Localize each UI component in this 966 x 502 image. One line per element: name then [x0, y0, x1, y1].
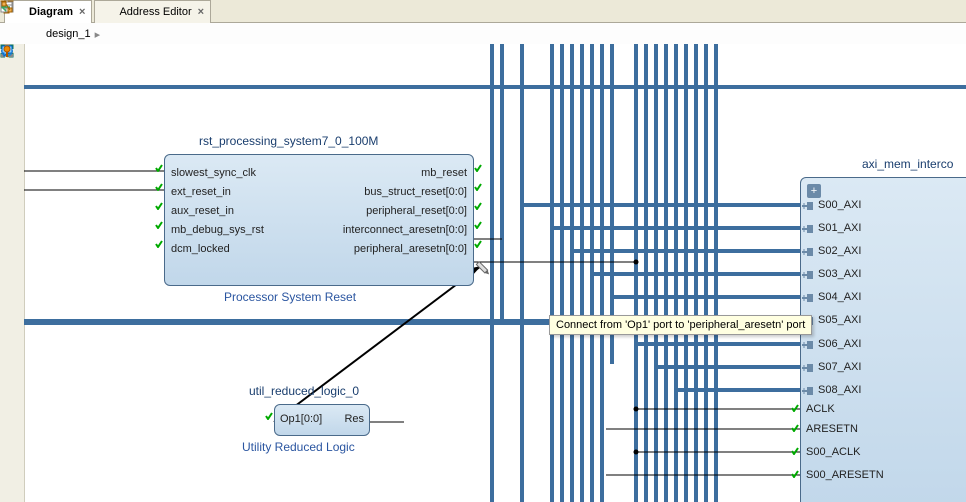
check-icon	[155, 221, 163, 229]
refresh-icon[interactable]	[2, 386, 22, 406]
auto-layout-icon[interactable]	[2, 218, 22, 238]
check-icon	[265, 412, 273, 420]
bus-port-icon	[802, 200, 814, 212]
port-peripheral-aresetn[interactable]: peripheral_aresetn[0:0]	[354, 243, 467, 255]
port-bus-struct-reset[interactable]: bus_struct_reset[0:0]	[364, 186, 467, 198]
port-aresetn[interactable]: ARESETN	[806, 423, 858, 435]
chevron-right-icon: ▸	[95, 28, 101, 41]
port-ext-reset-in[interactable]: ext_reset_in	[171, 186, 231, 198]
port-dcm-locked[interactable]: dcm_locked	[171, 243, 230, 255]
select-icon[interactable]	[2, 122, 22, 142]
tab-diagram-label: Diagram	[29, 6, 73, 18]
port-s02-axi[interactable]: S02_AXI	[818, 245, 861, 257]
port-s07-axi[interactable]: S07_AXI	[818, 361, 861, 373]
check-icon	[474, 164, 482, 172]
zoom-out-icon[interactable]	[2, 74, 22, 94]
check-icon	[791, 404, 799, 412]
tab-address-label: Address Editor	[119, 6, 191, 18]
close-icon[interactable]: ×	[79, 6, 85, 18]
axi-block-title: axi_mem_interco	[862, 157, 953, 171]
port-s06-axi[interactable]: S06_AXI	[818, 338, 861, 350]
tab-bar: Diagram × Address Editor ×	[0, 0, 966, 23]
check-icon	[791, 424, 799, 432]
settings-icon[interactable]	[2, 362, 22, 382]
port-s04-axi[interactable]: S04_AXI	[818, 291, 861, 303]
check-icon	[155, 240, 163, 248]
port-s00-aclk[interactable]: S00_ACLK	[806, 446, 860, 458]
port-mb-reset[interactable]: mb_reset	[421, 167, 467, 179]
connection-tooltip: Connect from 'Op1' port to 'peripheral_a…	[549, 315, 812, 335]
search-icon[interactable]	[2, 194, 22, 214]
port-s01-axi[interactable]: S01_AXI	[818, 222, 861, 234]
port-aclk[interactable]: ACLK	[806, 403, 835, 415]
port-s08-axi[interactable]: S08_AXI	[818, 384, 861, 396]
tab-diagram[interactable]: Diagram ×	[4, 0, 92, 23]
address-editor-icon	[101, 5, 115, 19]
port-slowest-sync-clk[interactable]: slowest_sync_clk	[171, 167, 256, 179]
comment-icon[interactable]	[2, 410, 22, 430]
check-icon	[155, 164, 163, 172]
util-block-subtitle: Utility Reduced Logic	[242, 440, 355, 454]
util-reduced-logic-block[interactable]: Op1[0:0] Res	[274, 404, 370, 436]
pin-left-icon[interactable]	[4, 27, 18, 41]
check-icon	[474, 183, 482, 191]
port-aux-reset-in[interactable]: aux_reset_in	[171, 205, 234, 217]
breadcrumb: design_1 ▸	[0, 23, 966, 46]
rst-block-title: rst_processing_system7_0_100M	[199, 134, 378, 148]
collapse-icon[interactable]	[2, 314, 22, 334]
close-icon[interactable]: ×	[198, 6, 204, 18]
add-ip-icon[interactable]	[2, 242, 22, 262]
check-icon	[155, 183, 163, 191]
port-s00-aresetn[interactable]: S00_ARESETN	[806, 469, 884, 481]
hierarchy-icon[interactable]	[2, 290, 22, 310]
port-s05-axi[interactable]: S05_AXI	[818, 314, 861, 326]
util-block-title: util_reduced_logic_0	[249, 384, 359, 398]
validate-icon[interactable]	[2, 266, 22, 286]
bus-port-icon	[802, 385, 814, 397]
bus-port-icon	[802, 269, 814, 281]
port-op1[interactable]: Op1[0:0]	[280, 413, 322, 425]
bus-port-icon	[802, 362, 814, 374]
port-s03-axi[interactable]: S03_AXI	[818, 268, 861, 280]
bus-port-icon	[802, 339, 814, 351]
check-icon	[474, 202, 482, 210]
fit-selection-icon[interactable]	[2, 170, 22, 190]
zoom-fit-icon[interactable]	[2, 98, 22, 118]
check-icon	[474, 240, 482, 248]
port-res[interactable]: Res	[344, 413, 364, 425]
check-icon	[474, 221, 482, 229]
bus-port-icon	[802, 292, 814, 304]
rst-block-subtitle: Processor System Reset	[224, 290, 356, 304]
rst-processing-system-block[interactable]: slowest_sync_clk ext_reset_in aux_reset_…	[164, 154, 474, 286]
diagram-canvas[interactable]: rst_processing_system7_0_100M slowest_sy…	[24, 44, 966, 502]
port-interconnect-aresetn[interactable]: interconnect_aresetn[0:0]	[343, 224, 467, 236]
canvas-toolbar	[0, 44, 25, 502]
tooltip-text: Connect from 'Op1' port to 'peripheral_a…	[556, 319, 805, 331]
port-s00-axi[interactable]: S00_AXI	[818, 199, 861, 211]
check-icon	[155, 202, 163, 210]
show-interface-icon[interactable]	[2, 338, 22, 358]
bus-port-icon	[802, 246, 814, 258]
pin-icon[interactable]	[2, 434, 22, 454]
expand-icon[interactable]: +	[807, 184, 821, 198]
port-mb-debug-sys-rst[interactable]: mb_debug_sys_rst	[171, 224, 264, 236]
design-icon	[28, 27, 42, 41]
port-peripheral-reset[interactable]: peripheral_reset[0:0]	[366, 205, 467, 217]
bus-port-icon	[802, 223, 814, 235]
breadcrumb-design[interactable]: design_1	[46, 28, 91, 40]
area-select-icon[interactable]	[2, 146, 22, 166]
check-icon	[791, 447, 799, 455]
check-icon	[791, 470, 799, 478]
tab-address-editor[interactable]: Address Editor ×	[94, 0, 211, 23]
